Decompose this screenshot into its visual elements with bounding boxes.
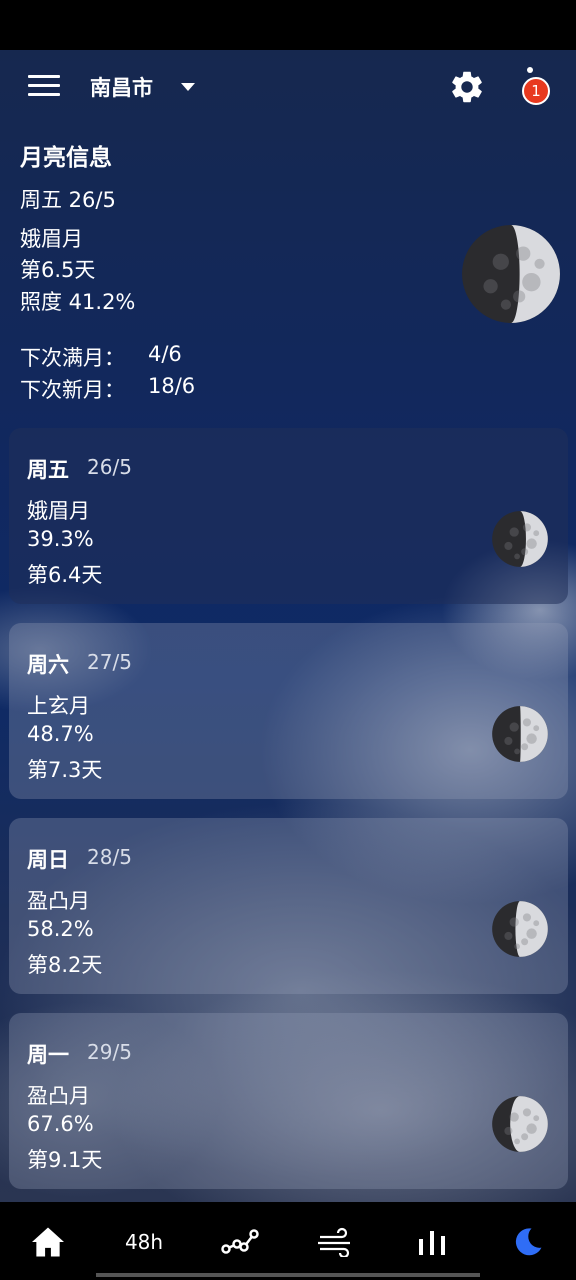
bottom-nav: 48h (0, 1202, 576, 1280)
card-illumination: 48.7% (27, 722, 94, 746)
gear-icon[interactable] (448, 68, 486, 106)
notification-dot (527, 67, 533, 73)
card-date: 27/5 (87, 650, 132, 674)
card-moon-age: 第6.4天 (27, 563, 103, 587)
moon-info-illumination: 照度 41.2% (20, 290, 136, 314)
moon-phase-large-icon (462, 225, 560, 323)
home-icon (32, 1227, 64, 1257)
card-date: 28/5 (87, 845, 132, 869)
card-illumination: 67.6% (27, 1112, 94, 1136)
nav-48h-label: 48h (124, 1230, 164, 1254)
dropdown-arrow-icon[interactable] (181, 83, 195, 91)
day-card[interactable]: 周六 27/5 上玄月 48.7% 第7.3天 (9, 623, 568, 799)
nav-wind[interactable] (308, 1222, 364, 1262)
top-bar: 南昌市 1 (0, 50, 576, 124)
moon-info-date: 周五 26/5 (20, 188, 116, 212)
card-moon-age: 第7.3天 (27, 758, 103, 782)
day-card[interactable]: 周日 28/5 盈凸月 58.2% 第8.2天 (9, 818, 568, 994)
moon-info-age: 第6.5天 (20, 258, 96, 282)
card-moon-age: 第9.1天 (27, 1148, 103, 1172)
graph-icon (221, 1229, 259, 1254)
gesture-bar (96, 1273, 480, 1277)
next-full-moon-value: 4/6 (148, 342, 182, 366)
day-card[interactable]: 周五 26/5 娥眉月 39.3% 第6.4天 (9, 428, 568, 604)
day-card[interactable]: 周一 29/5 盈凸月 67.6% 第9.1天 (9, 1013, 568, 1189)
menu-icon[interactable] (28, 75, 60, 97)
moon-info-phase: 娥眉月 (20, 227, 83, 251)
nav-bar-chart[interactable] (404, 1222, 460, 1262)
wind-icon (318, 1227, 350, 1257)
app-content: 南昌市 1 月亮信息 周五 26/5 娥眉月 第6.5天 照度 41.2% 下次… (0, 50, 576, 1202)
card-phase: 上玄月 (27, 694, 90, 718)
card-moon-age: 第8.2天 (27, 953, 103, 977)
moon-phase-icon (492, 706, 548, 762)
nav-graph[interactable] (212, 1222, 268, 1262)
card-phase: 娥眉月 (27, 499, 90, 523)
moon-icon (515, 1228, 542, 1256)
moon-phase-icon (492, 1096, 548, 1152)
status-bar (0, 0, 576, 50)
card-date: 26/5 (87, 455, 132, 479)
card-illumination: 58.2% (27, 917, 94, 941)
moon-phase-icon (492, 511, 548, 567)
nav-home[interactable] (20, 1222, 76, 1262)
card-day: 周日 (27, 848, 69, 872)
bar-chart-icon (419, 1231, 445, 1255)
card-phase: 盈凸月 (27, 1084, 90, 1108)
card-day: 周一 (27, 1043, 69, 1067)
card-illumination: 39.3% (27, 527, 94, 551)
moon-info-title: 月亮信息 (20, 145, 112, 171)
nav-48h[interactable]: 48h (116, 1222, 172, 1262)
next-full-moon-label: 下次满月： (20, 346, 125, 370)
card-day: 周五 (27, 458, 69, 482)
city-name[interactable]: 南昌市 (90, 72, 153, 102)
next-new-moon-value: 18/6 (148, 374, 196, 398)
card-day: 周六 (27, 653, 69, 677)
next-new-moon-label: 下次新月： (20, 378, 125, 402)
nav-moon[interactable] (500, 1222, 556, 1262)
card-date: 29/5 (87, 1040, 132, 1064)
card-phase: 盈凸月 (27, 889, 90, 913)
moon-phase-icon (492, 901, 548, 957)
notification-badge[interactable]: 1 (522, 77, 550, 105)
